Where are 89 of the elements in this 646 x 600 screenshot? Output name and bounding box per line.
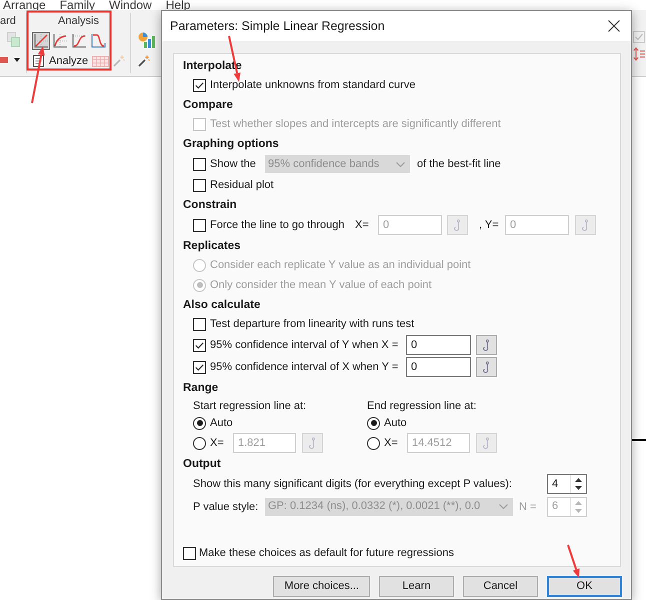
- magic-wand-icon[interactable]: [138, 55, 150, 67]
- hook-icon: [483, 360, 490, 374]
- option-label: Show this many significant digits (for everything except P values):: [193, 477, 512, 491]
- checkmark-icon: [195, 82, 204, 88]
- group-label: Analysis: [58, 15, 100, 27]
- range-label: Start regression line at:: [193, 398, 306, 412]
- range-label: End regression line at:: [367, 398, 476, 412]
- up-arrow-icon[interactable]: [575, 478, 582, 482]
- axis-line: [632, 439, 646, 441]
- field-label: , Y=: [479, 218, 499, 232]
- curve-graph-icon: [52, 33, 68, 49]
- spin-box[interactable]: 4: [547, 474, 587, 494]
- checkbox[interactable]: [193, 218, 206, 232]
- checkmark-icon: [195, 364, 204, 370]
- section-heading: Range: [183, 380, 218, 394]
- annotation-arrow: [31, 46, 45, 104]
- option-label: 95% confidence interval of Y when X =: [210, 338, 398, 352]
- close-icon: [608, 20, 620, 32]
- checkbox[interactable]: [193, 338, 206, 352]
- dialog-button[interactable]: More choices...: [273, 576, 370, 597]
- check-icon[interactable]: [633, 31, 645, 43]
- option-label: 95% confidence interval of X when Y =: [210, 360, 398, 374]
- hook-icon: [454, 218, 461, 232]
- line-graph-icon: [33, 33, 49, 49]
- chart-icon[interactable]: [138, 32, 155, 48]
- option-label: Test departure from linearity with runs test: [210, 317, 414, 331]
- field-label: X=: [355, 218, 369, 232]
- section-heading: Also calculate: [183, 298, 260, 312]
- analysis-tool-button[interactable]: [51, 32, 69, 50]
- close-button[interactable]: [606, 18, 622, 34]
- checkbox[interactable]: [193, 360, 206, 374]
- option-label: X=: [210, 436, 224, 450]
- option-label: P value style:: [193, 500, 258, 514]
- s-curve-graph-icon: [71, 33, 87, 49]
- menu-item[interactable]: Family: [60, 0, 96, 10]
- option-label: Interpolate unknowns from standard curve: [210, 78, 416, 92]
- input-field[interactable]: 0: [406, 335, 471, 355]
- analyze-button[interactable]: Analyze: [33, 54, 88, 68]
- checkbox[interactable]: [183, 546, 196, 560]
- swatch-icon[interactable]: [0, 56, 8, 64]
- option-label: Show the: [210, 157, 256, 171]
- menu-item[interactable]: Arrange: [3, 0, 46, 10]
- chevron-down-icon: [396, 162, 405, 166]
- option-label: of the best-fit line: [417, 157, 501, 171]
- hook-icon: [483, 338, 490, 352]
- checkbox[interactable]: [193, 318, 206, 330]
- checkbox[interactable]: [193, 78, 206, 92]
- annotation-arrow: [567, 544, 580, 578]
- option-label: Consider each replicate Y value as an individual point: [210, 258, 471, 272]
- caret-down-icon[interactable]: [14, 58, 20, 62]
- menu-item[interactable]: Help: [166, 0, 190, 10]
- hook-icon: [582, 218, 589, 232]
- dialog-button[interactable]: Cancel: [463, 576, 538, 597]
- hook-button[interactable]: [476, 357, 497, 377]
- option-label: Force the line to go through: [210, 218, 345, 232]
- option-label: N =: [519, 500, 536, 514]
- analysis-tool-button[interactable]: [89, 32, 107, 50]
- checkbox[interactable]: [193, 158, 206, 170]
- option-label: Only consider the mean Y value of each point: [210, 278, 432, 292]
- radio-button[interactable]: [367, 416, 380, 430]
- section-heading: Graphing options: [183, 136, 279, 150]
- down-arrow-icon[interactable]: [575, 486, 582, 490]
- menu-item[interactable]: Window: [109, 0, 152, 10]
- option-label: Residual plot: [210, 178, 274, 192]
- input-field[interactable]: 0: [406, 357, 471, 377]
- option-label: Auto: [210, 416, 233, 430]
- chevron-down-icon: [499, 504, 508, 509]
- section-heading: Constrain: [183, 198, 237, 212]
- section-heading: Replicates: [183, 238, 241, 252]
- hook-icon: [483, 436, 490, 450]
- option-label: X=: [384, 436, 398, 450]
- analysis-tool-button[interactable]: [70, 32, 88, 50]
- option-label: Test whether slopes and intercepts are significantly different: [210, 117, 501, 131]
- option-label: Make these choices as default for future regressions: [199, 546, 454, 560]
- hook-icon: [309, 436, 316, 450]
- radio-button[interactable]: [193, 416, 206, 430]
- checkmark-icon: [195, 342, 204, 348]
- hook-button[interactable]: [476, 335, 497, 355]
- section-heading: Output: [183, 456, 221, 470]
- analysis-tool-button[interactable]: [32, 32, 50, 50]
- falling-curve-graph-icon: [90, 33, 106, 49]
- dialog-button[interactable]: OK: [547, 576, 622, 597]
- checkbox[interactable]: [193, 178, 206, 192]
- sort-icon[interactable]: [633, 47, 645, 61]
- dialog-button[interactable]: Learn: [379, 576, 454, 597]
- window-title: Parameters: Simple Linear Regression: [170, 18, 385, 35]
- section-heading: Compare: [183, 98, 233, 112]
- group-label: ard: [0, 15, 17, 27]
- option-label: Auto: [384, 416, 407, 430]
